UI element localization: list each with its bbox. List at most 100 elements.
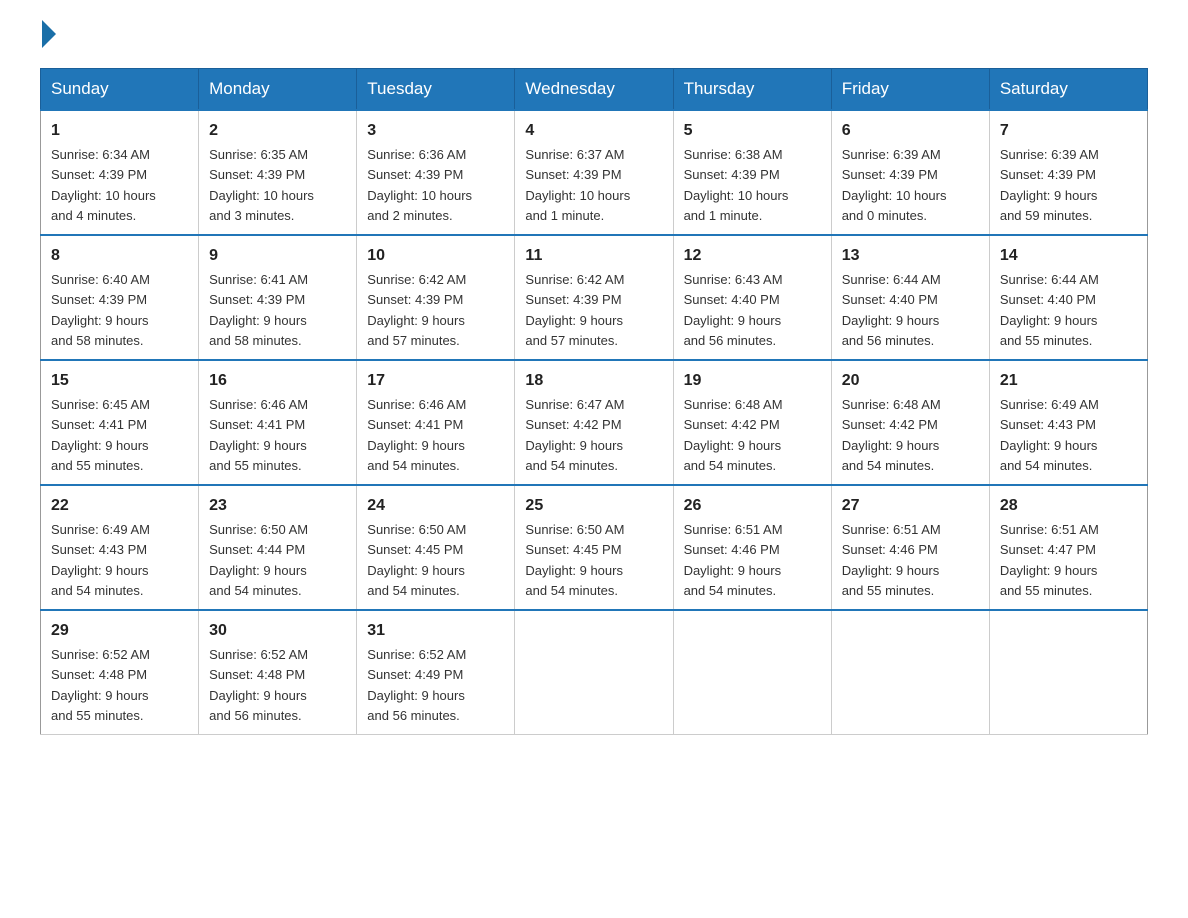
day-number: 17 (367, 369, 504, 393)
day-info: Sunrise: 6:52 AMSunset: 4:49 PMDaylight:… (367, 647, 466, 723)
calendar-cell: 24 Sunrise: 6:50 AMSunset: 4:45 PMDaylig… (357, 485, 515, 610)
calendar-cell: 20 Sunrise: 6:48 AMSunset: 4:42 PMDaylig… (831, 360, 989, 485)
calendar-cell: 6 Sunrise: 6:39 AMSunset: 4:39 PMDayligh… (831, 110, 989, 235)
day-info: Sunrise: 6:51 AMSunset: 4:47 PMDaylight:… (1000, 522, 1099, 598)
calendar-cell: 7 Sunrise: 6:39 AMSunset: 4:39 PMDayligh… (989, 110, 1147, 235)
calendar-cell: 19 Sunrise: 6:48 AMSunset: 4:42 PMDaylig… (673, 360, 831, 485)
day-number: 16 (209, 369, 346, 393)
calendar-cell: 27 Sunrise: 6:51 AMSunset: 4:46 PMDaylig… (831, 485, 989, 610)
day-info: Sunrise: 6:35 AMSunset: 4:39 PMDaylight:… (209, 147, 314, 223)
day-info: Sunrise: 6:43 AMSunset: 4:40 PMDaylight:… (684, 272, 783, 348)
calendar-cell: 5 Sunrise: 6:38 AMSunset: 4:39 PMDayligh… (673, 110, 831, 235)
day-info: Sunrise: 6:42 AMSunset: 4:39 PMDaylight:… (525, 272, 624, 348)
day-info: Sunrise: 6:44 AMSunset: 4:40 PMDaylight:… (1000, 272, 1099, 348)
logo (40, 30, 56, 48)
header-saturday: Saturday (989, 69, 1147, 111)
day-number: 21 (1000, 369, 1137, 393)
day-number: 28 (1000, 494, 1137, 518)
day-number: 8 (51, 244, 188, 268)
day-info: Sunrise: 6:49 AMSunset: 4:43 PMDaylight:… (51, 522, 150, 598)
header-tuesday: Tuesday (357, 69, 515, 111)
day-number: 15 (51, 369, 188, 393)
day-info: Sunrise: 6:34 AMSunset: 4:39 PMDaylight:… (51, 147, 156, 223)
day-number: 31 (367, 619, 504, 643)
calendar-table: SundayMondayTuesdayWednesdayThursdayFrid… (40, 68, 1148, 735)
calendar-cell: 31 Sunrise: 6:52 AMSunset: 4:49 PMDaylig… (357, 610, 515, 735)
week-row-3: 15 Sunrise: 6:45 AMSunset: 4:41 PMDaylig… (41, 360, 1148, 485)
day-info: Sunrise: 6:38 AMSunset: 4:39 PMDaylight:… (684, 147, 789, 223)
day-number: 27 (842, 494, 979, 518)
header-friday: Friday (831, 69, 989, 111)
day-number: 2 (209, 119, 346, 143)
calendar-cell: 30 Sunrise: 6:52 AMSunset: 4:48 PMDaylig… (199, 610, 357, 735)
day-number: 5 (684, 119, 821, 143)
calendar-cell: 28 Sunrise: 6:51 AMSunset: 4:47 PMDaylig… (989, 485, 1147, 610)
header-thursday: Thursday (673, 69, 831, 111)
day-number: 14 (1000, 244, 1137, 268)
day-number: 4 (525, 119, 662, 143)
day-info: Sunrise: 6:49 AMSunset: 4:43 PMDaylight:… (1000, 397, 1099, 473)
day-info: Sunrise: 6:40 AMSunset: 4:39 PMDaylight:… (51, 272, 150, 348)
calendar-cell (673, 610, 831, 735)
header-sunday: Sunday (41, 69, 199, 111)
day-info: Sunrise: 6:45 AMSunset: 4:41 PMDaylight:… (51, 397, 150, 473)
day-number: 3 (367, 119, 504, 143)
week-row-4: 22 Sunrise: 6:49 AMSunset: 4:43 PMDaylig… (41, 485, 1148, 610)
day-number: 9 (209, 244, 346, 268)
day-number: 24 (367, 494, 504, 518)
day-info: Sunrise: 6:51 AMSunset: 4:46 PMDaylight:… (684, 522, 783, 598)
day-number: 10 (367, 244, 504, 268)
day-number: 22 (51, 494, 188, 518)
calendar-cell: 13 Sunrise: 6:44 AMSunset: 4:40 PMDaylig… (831, 235, 989, 360)
calendar-cell: 10 Sunrise: 6:42 AMSunset: 4:39 PMDaylig… (357, 235, 515, 360)
day-info: Sunrise: 6:50 AMSunset: 4:45 PMDaylight:… (525, 522, 624, 598)
day-number: 20 (842, 369, 979, 393)
calendar-cell: 29 Sunrise: 6:52 AMSunset: 4:48 PMDaylig… (41, 610, 199, 735)
header-monday: Monday (199, 69, 357, 111)
calendar-cell: 3 Sunrise: 6:36 AMSunset: 4:39 PMDayligh… (357, 110, 515, 235)
day-info: Sunrise: 6:41 AMSunset: 4:39 PMDaylight:… (209, 272, 308, 348)
calendar-cell: 26 Sunrise: 6:51 AMSunset: 4:46 PMDaylig… (673, 485, 831, 610)
day-number: 13 (842, 244, 979, 268)
day-number: 7 (1000, 119, 1137, 143)
header-wednesday: Wednesday (515, 69, 673, 111)
calendar-cell: 21 Sunrise: 6:49 AMSunset: 4:43 PMDaylig… (989, 360, 1147, 485)
day-info: Sunrise: 6:36 AMSunset: 4:39 PMDaylight:… (367, 147, 472, 223)
calendar-cell (515, 610, 673, 735)
calendar-cell: 25 Sunrise: 6:50 AMSunset: 4:45 PMDaylig… (515, 485, 673, 610)
day-info: Sunrise: 6:52 AMSunset: 4:48 PMDaylight:… (209, 647, 308, 723)
calendar-cell: 16 Sunrise: 6:46 AMSunset: 4:41 PMDaylig… (199, 360, 357, 485)
calendar-cell: 4 Sunrise: 6:37 AMSunset: 4:39 PMDayligh… (515, 110, 673, 235)
day-number: 1 (51, 119, 188, 143)
logo-triangle-icon (42, 20, 56, 48)
calendar-cell: 22 Sunrise: 6:49 AMSunset: 4:43 PMDaylig… (41, 485, 199, 610)
day-number: 30 (209, 619, 346, 643)
calendar-cell: 8 Sunrise: 6:40 AMSunset: 4:39 PMDayligh… (41, 235, 199, 360)
day-info: Sunrise: 6:46 AMSunset: 4:41 PMDaylight:… (367, 397, 466, 473)
day-info: Sunrise: 6:46 AMSunset: 4:41 PMDaylight:… (209, 397, 308, 473)
page-header (40, 30, 1148, 48)
day-number: 12 (684, 244, 821, 268)
week-row-2: 8 Sunrise: 6:40 AMSunset: 4:39 PMDayligh… (41, 235, 1148, 360)
day-info: Sunrise: 6:47 AMSunset: 4:42 PMDaylight:… (525, 397, 624, 473)
calendar-cell: 18 Sunrise: 6:47 AMSunset: 4:42 PMDaylig… (515, 360, 673, 485)
calendar-cell: 9 Sunrise: 6:41 AMSunset: 4:39 PMDayligh… (199, 235, 357, 360)
day-info: Sunrise: 6:39 AMSunset: 4:39 PMDaylight:… (842, 147, 947, 223)
calendar-cell (831, 610, 989, 735)
calendar-cell: 23 Sunrise: 6:50 AMSunset: 4:44 PMDaylig… (199, 485, 357, 610)
day-number: 6 (842, 119, 979, 143)
day-number: 29 (51, 619, 188, 643)
day-info: Sunrise: 6:48 AMSunset: 4:42 PMDaylight:… (684, 397, 783, 473)
day-number: 25 (525, 494, 662, 518)
calendar-cell: 14 Sunrise: 6:44 AMSunset: 4:40 PMDaylig… (989, 235, 1147, 360)
day-info: Sunrise: 6:44 AMSunset: 4:40 PMDaylight:… (842, 272, 941, 348)
day-info: Sunrise: 6:50 AMSunset: 4:44 PMDaylight:… (209, 522, 308, 598)
calendar-cell: 12 Sunrise: 6:43 AMSunset: 4:40 PMDaylig… (673, 235, 831, 360)
calendar-cell: 2 Sunrise: 6:35 AMSunset: 4:39 PMDayligh… (199, 110, 357, 235)
calendar-cell (989, 610, 1147, 735)
day-info: Sunrise: 6:51 AMSunset: 4:46 PMDaylight:… (842, 522, 941, 598)
day-number: 23 (209, 494, 346, 518)
day-number: 18 (525, 369, 662, 393)
day-info: Sunrise: 6:48 AMSunset: 4:42 PMDaylight:… (842, 397, 941, 473)
week-row-5: 29 Sunrise: 6:52 AMSunset: 4:48 PMDaylig… (41, 610, 1148, 735)
